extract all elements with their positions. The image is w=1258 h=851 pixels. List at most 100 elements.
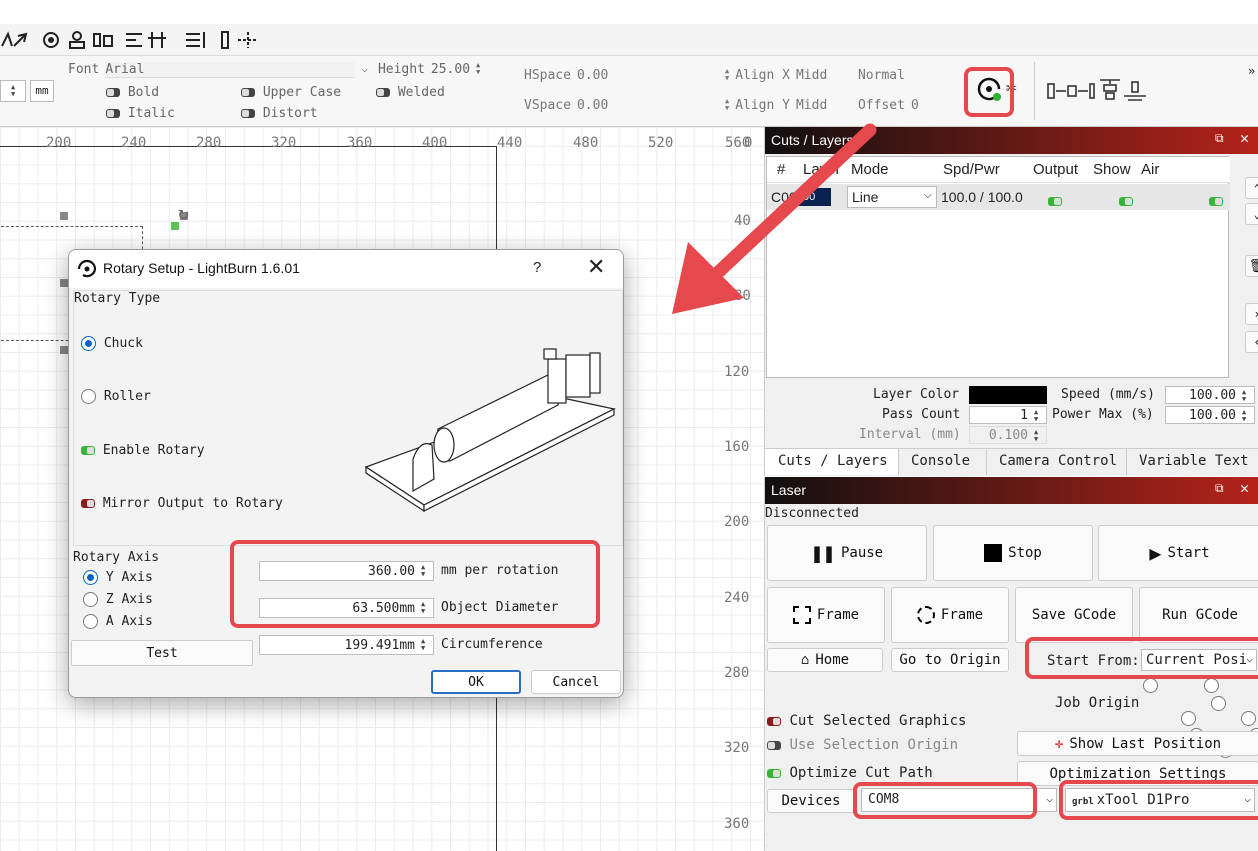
- selection-handle[interactable]: [60, 279, 68, 287]
- height-spin[interactable]: ▲ ▼: [476, 62, 480, 78]
- enable-rotary-option[interactable]: Enable Rotary: [81, 443, 205, 458]
- y-axis-radio-button[interactable]: [83, 570, 98, 585]
- hspace-spin[interactable]: ▲ ▼: [725, 68, 729, 83]
- test-button[interactable]: Test: [71, 640, 253, 666]
- tab-variable-text[interactable]: Variable Text: [1127, 449, 1258, 475]
- chevron-left-icon[interactable]: ‹: [1245, 331, 1258, 353]
- ruler-tick: 440: [497, 135, 523, 151]
- pause-button[interactable]: ❚❚ Pause: [767, 525, 927, 581]
- distort-toggle[interactable]: [241, 109, 255, 118]
- rotary-type-group: Rotary Type Chuck Roller Enable Rotary M…: [73, 290, 623, 546]
- font-select[interactable]: Arial: [105, 62, 356, 78]
- selection-handle[interactable]: [60, 212, 68, 220]
- toolbar-overflow-icon[interactable]: »: [1248, 64, 1255, 78]
- unit-field[interactable]: ▲ ▼: [0, 80, 26, 102]
- a-axis-radio-button[interactable]: [83, 614, 98, 629]
- close-icon[interactable]: ✕: [587, 254, 605, 280]
- height-value[interactable]: 25.00: [431, 62, 470, 78]
- align-y-select[interactable]: Midd: [796, 98, 852, 113]
- close-icon[interactable]: ✕: [1240, 479, 1249, 497]
- italic-option[interactable]: Italic: [106, 106, 175, 121]
- align-x-select[interactable]: Midd: [796, 68, 852, 83]
- interval-input[interactable]: 0.100 ▲ ▼: [969, 426, 1047, 444]
- bold-option[interactable]: Bold: [106, 85, 159, 100]
- roller-radio[interactable]: Roller: [81, 389, 151, 404]
- ok-button[interactable]: OK: [431, 670, 521, 694]
- pass-count-input[interactable]: 1 ▲ ▼: [969, 406, 1047, 424]
- distribute-icon: [186, 32, 205, 48]
- z-axis-radio[interactable]: Z Axis: [83, 592, 153, 607]
- float-icon[interactable]: ⧉: [1215, 481, 1224, 496]
- vspace-value[interactable]: 0.00: [577, 98, 719, 113]
- show-last-position-button[interactable]: ✛ Show Last Position: [1017, 731, 1258, 756]
- output-toggle[interactable]: [1048, 196, 1062, 206]
- hspace-value[interactable]: 0.00: [577, 68, 719, 83]
- trash-icon[interactable]: 🗑: [1245, 255, 1258, 277]
- upper-case-option[interactable]: Upper Case: [241, 85, 341, 100]
- chevron-down-icon[interactable]: ⌵: [361, 62, 368, 78]
- distort-option[interactable]: Distort: [241, 106, 318, 121]
- origin-top-center[interactable]: [1203, 678, 1219, 693]
- chevron-right-icon[interactable]: ›: [1245, 303, 1258, 325]
- frame-circle-button[interactable]: Frame: [891, 587, 1009, 643]
- rotate-handle-icon[interactable]: ↻: [178, 203, 189, 224]
- speed-input[interactable]: 100.00 ▲ ▼: [1165, 386, 1255, 404]
- enable-rotary-toggle[interactable]: [81, 446, 95, 455]
- cut-selected-option[interactable]: Cut Selected Graphics: [767, 713, 966, 729]
- welded-toggle[interactable]: [376, 88, 390, 97]
- bold-toggle[interactable]: [106, 88, 120, 97]
- close-icon[interactable]: ✕: [1240, 129, 1249, 147]
- hspace-label: HSpace: [524, 68, 571, 83]
- selection-handle[interactable]: [60, 346, 68, 354]
- chuck-radio-button[interactable]: [81, 336, 96, 351]
- use-selection-origin-option[interactable]: Use Selection Origin: [767, 737, 958, 753]
- arrange-toolbar-icons[interactable]: [0, 24, 270, 56]
- start-button[interactable]: ▶ Start: [1098, 525, 1258, 581]
- z-axis-radio-button[interactable]: [83, 592, 98, 607]
- tab-console[interactable]: Console: [899, 449, 987, 475]
- unit-mm-button[interactable]: mm: [30, 80, 54, 102]
- pass-count-label: Pass Count: [882, 407, 961, 422]
- frame-rect-button[interactable]: Frame: [767, 587, 885, 643]
- layer-color-swatch[interactable]: [969, 386, 1047, 404]
- origin-mid-left[interactable]: [1211, 696, 1227, 711]
- run-gcode-button[interactable]: Run GCode: [1139, 587, 1258, 643]
- roller-radio-button[interactable]: [81, 389, 96, 404]
- origin-center[interactable]: [1181, 711, 1196, 726]
- tab-cuts-layers[interactable]: Cuts / Layers: [765, 449, 899, 475]
- optimize-cut-path-toggle[interactable]: [767, 768, 781, 778]
- welded-option[interactable]: Welded: [376, 85, 445, 100]
- tab-camera-control[interactable]: Camera Control: [987, 449, 1127, 475]
- align-tools-icons[interactable]: [1044, 76, 1154, 106]
- power-max-input[interactable]: 100.00 ▲ ▼: [1165, 406, 1255, 424]
- air-toggle[interactable]: [1208, 196, 1223, 206]
- upper-case-toggle[interactable]: [241, 88, 255, 97]
- go-to-origin-button[interactable]: Go to Origin: [891, 648, 1009, 672]
- cancel-button[interactable]: Cancel: [531, 670, 621, 694]
- stop-button[interactable]: Stop: [933, 525, 1093, 581]
- optimize-cut-path-option[interactable]: Optimize Cut Path: [767, 765, 933, 781]
- origin-top-left[interactable]: [1143, 678, 1158, 693]
- save-gcode-button[interactable]: Save GCode: [1015, 587, 1133, 643]
- devices-button[interactable]: Devices: [767, 789, 855, 813]
- move-up-button[interactable]: ⌃: [1245, 177, 1258, 199]
- a-axis-radio[interactable]: A Axis: [83, 614, 153, 629]
- vspace-spin[interactable]: ▲ ▼: [725, 98, 729, 113]
- float-icon[interactable]: ⧉: [1215, 131, 1224, 146]
- home-button[interactable]: ⌂ Home: [767, 648, 883, 672]
- italic-toggle[interactable]: [106, 109, 120, 118]
- move-down-button[interactable]: ⌄: [1245, 203, 1258, 225]
- mirror-output-option[interactable]: Mirror Output to Rotary: [81, 496, 283, 511]
- arrange-toolbar: [0, 24, 1258, 56]
- show-toggle[interactable]: [1118, 196, 1133, 206]
- use-selection-origin-toggle[interactable]: [767, 740, 781, 750]
- y-axis-radio[interactable]: Y Axis: [83, 570, 153, 585]
- help-button[interactable]: ?: [533, 259, 541, 276]
- cut-selected-toggle[interactable]: [767, 716, 781, 726]
- mirror-output-toggle[interactable]: [81, 499, 95, 508]
- chuck-radio[interactable]: Chuck: [81, 336, 143, 351]
- circumference-input[interactable]: 199.491mm ▲ ▼: [259, 635, 434, 655]
- origin-mid-right[interactable]: [1240, 711, 1256, 726]
- offset-value[interactable]: 0: [911, 98, 919, 113]
- enable-rotary-label: Enable Rotary: [102, 443, 205, 458]
